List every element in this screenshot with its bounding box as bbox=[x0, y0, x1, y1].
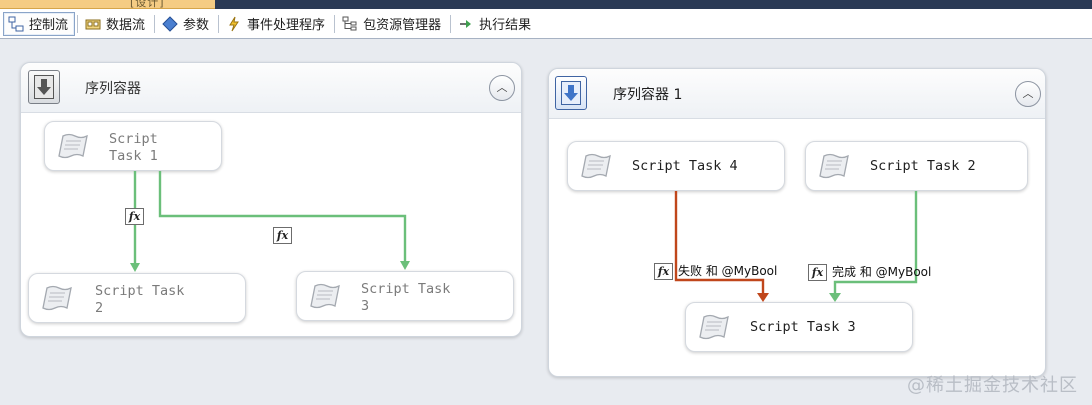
design-canvas[interactable]: 序列容器 ︿ Script Task 1 Script Task 2 Scrip… bbox=[0, 40, 1092, 405]
control-flow-icon bbox=[8, 16, 24, 32]
sequence-container-left[interactable]: 序列容器 ︿ Script Task 1 Script Task 2 Scrip… bbox=[20, 62, 522, 337]
collapse-button[interactable]: ︿ bbox=[489, 75, 515, 101]
tab-separator bbox=[77, 14, 79, 33]
tab-event-handlers[interactable]: 事件处理程序 bbox=[221, 12, 332, 36]
tab-parameters[interactable]: 参数 bbox=[157, 12, 216, 36]
sequence-container-icon bbox=[28, 70, 60, 104]
script-scroll-icon bbox=[310, 283, 340, 309]
expression-icon[interactable]: fx bbox=[125, 208, 144, 225]
expression-icon[interactable]: fx bbox=[654, 263, 673, 280]
sequence-container-right[interactable]: 序列容器 1 ︿ Script Task 4 Script Task 2 Scr… bbox=[548, 68, 1046, 377]
tab-package-explorer[interactable]: 包资源管理器 bbox=[337, 12, 448, 36]
script-scroll-icon bbox=[42, 285, 72, 311]
tab-execution-results[interactable]: 执行结果 bbox=[453, 12, 538, 36]
expression-icon[interactable]: fx bbox=[273, 227, 292, 244]
task-label: Script Task 1 bbox=[109, 131, 158, 164]
sequence-container-icon bbox=[555, 76, 587, 110]
tab-label: 参数 bbox=[183, 18, 210, 33]
script-scroll-icon bbox=[699, 314, 729, 340]
tab-label: 数据流 bbox=[106, 18, 146, 33]
constraint-label-completion[interactable]: 完成 和 @MyBool bbox=[832, 263, 931, 280]
document-tab[interactable]: [设计] bbox=[0, 0, 215, 9]
tree-icon bbox=[342, 16, 358, 32]
tab-label: 事件处理程序 bbox=[247, 18, 326, 33]
script-task-3-left[interactable]: Script Task 3 bbox=[296, 271, 514, 321]
container-title: 序列容器 bbox=[85, 81, 141, 97]
script-task-2-left[interactable]: Script Task 2 bbox=[28, 273, 246, 323]
tab-label: 控制流 bbox=[29, 18, 69, 33]
tab-data-flow[interactable]: 数据流 bbox=[80, 12, 152, 36]
constraint-label-failure[interactable]: 失败 和 @MyBool bbox=[678, 262, 777, 279]
script-task-4-right[interactable]: Script Task 4 bbox=[567, 141, 785, 191]
tab-label: 执行结果 bbox=[479, 18, 532, 33]
tab-separator bbox=[450, 14, 452, 33]
script-task-3-right[interactable]: Script Task 3 bbox=[685, 302, 913, 352]
tab-label: 包资源管理器 bbox=[363, 18, 442, 33]
script-scroll-icon bbox=[819, 153, 849, 179]
document-tab-strip: [设计] bbox=[0, 0, 1092, 9]
task-label: Script Task 4 bbox=[632, 158, 738, 174]
tab-separator bbox=[218, 14, 220, 33]
expression-icon[interactable]: fx bbox=[808, 264, 827, 281]
designer-tab-bar: 控制流 数据流 参数 事件处理程序 包资源管理器 执行结果 bbox=[0, 9, 1092, 39]
script-task-1-left[interactable]: Script Task 1 bbox=[44, 121, 222, 171]
play-icon bbox=[458, 16, 474, 32]
script-scroll-icon bbox=[581, 153, 611, 179]
parameters-icon bbox=[162, 15, 178, 32]
watermark: @稀土掘金技术社区 bbox=[907, 375, 1078, 396]
chevron-up-icon: ︿ bbox=[1022, 86, 1034, 100]
container-title: 序列容器 1 bbox=[613, 87, 683, 103]
tab-control-flow[interactable]: 控制流 bbox=[3, 11, 76, 36]
lightning-icon bbox=[226, 16, 242, 32]
task-label: Script Task 2 bbox=[870, 158, 976, 174]
script-task-2-right[interactable]: Script Task 2 bbox=[805, 141, 1028, 191]
task-label: Script Task 3 bbox=[361, 281, 451, 314]
tab-separator bbox=[334, 14, 336, 33]
data-flow-icon bbox=[85, 16, 101, 32]
chevron-up-icon: ︿ bbox=[496, 80, 508, 94]
task-label: Script Task 2 bbox=[95, 283, 185, 316]
collapse-button[interactable]: ︿ bbox=[1015, 81, 1041, 107]
tab-separator bbox=[154, 14, 156, 33]
task-label: Script Task 3 bbox=[750, 319, 856, 335]
script-scroll-icon bbox=[58, 133, 88, 159]
